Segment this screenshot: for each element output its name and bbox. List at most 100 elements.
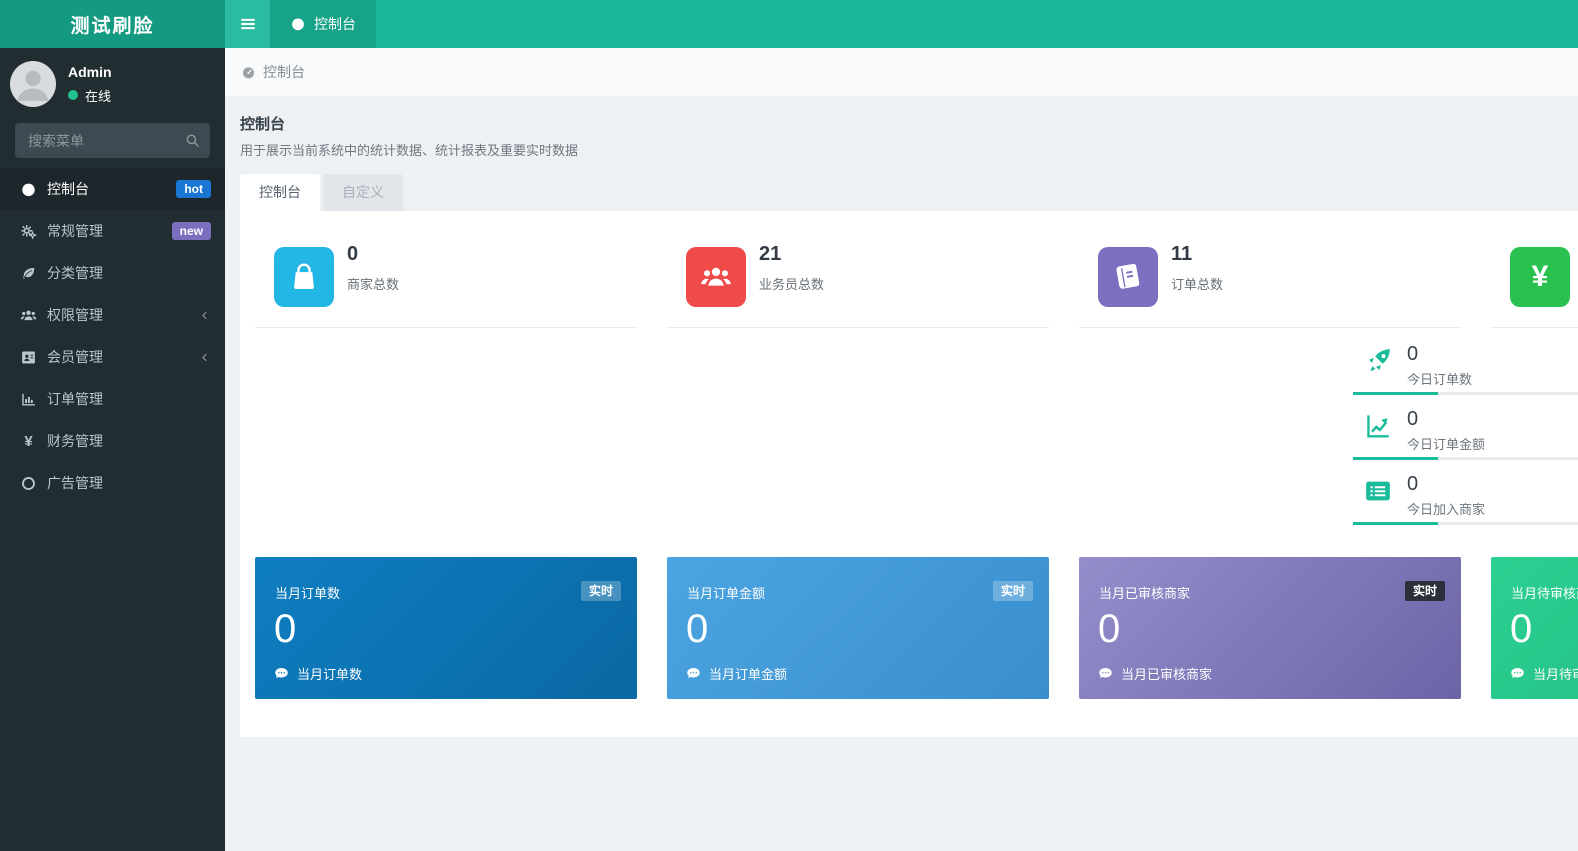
card-title: 当月待审核商家 bbox=[1511, 583, 1578, 602]
card-month-pending[interactable]: 当月待审核商家实时0当月待审核商家 bbox=[1491, 557, 1578, 699]
user-status-label: 在线 bbox=[85, 86, 111, 105]
app-window: 测试刷脸 控制台 Admin 在线 控制台 hot bbox=[0, 0, 1578, 851]
info-box-label: 订单总数 bbox=[1171, 274, 1223, 293]
sidebar-item-label: 订单管理 bbox=[47, 389, 103, 409]
sidebar-menu: 控制台 hot 常规管理new 分类管理权限管理会员管理订单管理 ¥ 财务管理广告管理 bbox=[0, 168, 225, 504]
stat-today-new-merchants: 0今日加入商家 bbox=[1353, 473, 1578, 525]
circle-icon bbox=[20, 475, 37, 492]
sidebar-search bbox=[15, 123, 210, 158]
today-stats: 0 今日订单数 0 今日订单金额 0今日加入商家 bbox=[1353, 343, 1578, 538]
page-header: 控制台 用于展示当前系统中的统计数据、统计报表及重要实时数据 bbox=[225, 96, 1578, 159]
comment-icon bbox=[1098, 666, 1113, 681]
card-footer-label: 当月待审核商家 bbox=[1533, 664, 1578, 683]
list-icon bbox=[1363, 476, 1393, 506]
info-box-orders: 11订单总数 bbox=[1079, 211, 1461, 328]
tab-custom[interactable]: 自定义 bbox=[323, 174, 403, 211]
sidebar-item-auth[interactable]: 权限管理 bbox=[0, 294, 225, 336]
sidebar-item-label: 会员管理 bbox=[47, 347, 103, 367]
dashboard-panel: 0商家总数21业务员总数11订单总数¥ 0今日订单数0今日订单金额0今日加入商家… bbox=[240, 211, 1578, 737]
sidebar: Admin 在线 控制台 hot 常规管理new 分类管理权限管理会员管理订单管理 ¥ 财… bbox=[0, 48, 225, 851]
realtime-badge: 实时 bbox=[993, 581, 1033, 601]
card-title: 当月订单金额 bbox=[687, 583, 765, 602]
sidebar-item-label: 权限管理 bbox=[47, 305, 103, 325]
card-value: 0 bbox=[1098, 609, 1120, 649]
card-value: 0 bbox=[1510, 609, 1532, 649]
stat-progress bbox=[1353, 392, 1578, 395]
sidebar-item-dashboard[interactable]: 控制台 hot bbox=[0, 168, 225, 210]
comment-icon bbox=[686, 666, 701, 681]
breadcrumb: 控制台 bbox=[225, 48, 1578, 96]
search-icon[interactable] bbox=[184, 132, 201, 149]
sidebar-item-label: 分类管理 bbox=[47, 263, 103, 283]
top-navbar: 控制台 bbox=[225, 0, 1578, 48]
realtime-badge: 实时 bbox=[581, 581, 621, 601]
stat-value: 0 bbox=[1407, 473, 1418, 496]
rocket-icon bbox=[1363, 346, 1393, 376]
card-footer: 当月订单金额 bbox=[686, 664, 787, 683]
stat-today-order-amount: 0 今日订单金额 bbox=[1353, 408, 1578, 460]
content-area: 控制台 控制台 用于展示当前系统中的统计数据、统计报表及重要实时数据 控制台自定… bbox=[225, 48, 1578, 851]
card-title: 当月订单数 bbox=[275, 583, 340, 602]
sidebar-item-category[interactable]: 分类管理 bbox=[0, 252, 225, 294]
stat-value: 0 bbox=[1407, 408, 1418, 431]
sidebar-item-member[interactable]: 会员管理 bbox=[0, 336, 225, 378]
card-value: 0 bbox=[686, 609, 708, 649]
shopping-bag-icon bbox=[274, 247, 334, 307]
sidebar-item-general[interactable]: 常规管理new bbox=[0, 210, 225, 252]
yen-icon: ¥ bbox=[20, 433, 37, 450]
gauge-icon bbox=[241, 65, 256, 80]
sidebar-item-label: 财务管理 bbox=[47, 431, 103, 451]
leaf-icon bbox=[20, 265, 37, 282]
sidebar-item-ad[interactable]: 广告管理 bbox=[0, 462, 225, 504]
info-box-revenue: ¥ bbox=[1491, 211, 1578, 328]
stat-today-orders: 0 今日订单数 bbox=[1353, 343, 1578, 395]
stat-label: 今日订单金额 bbox=[1407, 434, 1485, 453]
realtime-badge: 实时 bbox=[1405, 581, 1445, 601]
info-box-label: 业务员总数 bbox=[759, 274, 824, 293]
comment-icon bbox=[1510, 666, 1525, 681]
info-box-value: 21 bbox=[759, 243, 781, 266]
gears-icon bbox=[20, 223, 37, 240]
info-box-salesmen: 21 业务员总数 bbox=[667, 211, 1049, 328]
chart-up-icon bbox=[1363, 411, 1393, 441]
stat-value: 0 bbox=[1407, 343, 1418, 366]
team-icon bbox=[686, 247, 746, 307]
gauge-icon bbox=[290, 16, 306, 32]
chevron-left-icon bbox=[198, 351, 211, 364]
search-input[interactable] bbox=[15, 123, 210, 158]
sidebar-item-label: 控制台 bbox=[47, 179, 89, 199]
chevron-left-icon bbox=[198, 309, 211, 322]
breadcrumb-link[interactable]: 控制台 bbox=[263, 62, 305, 82]
content-tabs: 控制台自定义 bbox=[240, 174, 1578, 211]
stat-label: 今日订单数 bbox=[1407, 369, 1472, 388]
stat-progress bbox=[1353, 522, 1578, 525]
sidebar-item-finance[interactable]: ¥ 财务管理 bbox=[0, 420, 225, 462]
sidebar-toggle-button[interactable] bbox=[225, 0, 270, 48]
card-footer-label: 当月订单金额 bbox=[709, 664, 787, 683]
card-month-order-amount[interactable]: 当月订单金额实时0当月订单金额 bbox=[667, 557, 1049, 699]
tab-dashboard[interactable]: 控制台 bbox=[240, 174, 320, 211]
card-footer-label: 当月已审核商家 bbox=[1121, 664, 1212, 683]
id-card-icon bbox=[20, 349, 37, 366]
user-name: Admin bbox=[68, 64, 112, 80]
sidebar-item-order[interactable]: 订单管理 bbox=[0, 378, 225, 420]
gauge-icon bbox=[20, 181, 37, 198]
avatar bbox=[10, 61, 56, 107]
card-month-audited[interactable]: 当月已审核商家实时0当月已审核商家 bbox=[1079, 557, 1461, 699]
info-box-value: 0 bbox=[347, 243, 358, 266]
comment-icon bbox=[274, 666, 289, 681]
menu-badge: hot bbox=[176, 180, 211, 198]
sidebar-item-label: 常规管理 bbox=[47, 221, 103, 241]
stat-progress-fill bbox=[1353, 457, 1438, 460]
user-status: 在线 bbox=[68, 86, 112, 105]
navbar-tab-label: 控制台 bbox=[314, 14, 356, 34]
page-title: 控制台 bbox=[240, 113, 1563, 134]
app-logo[interactable]: 测试刷脸 bbox=[0, 0, 225, 48]
card-month-orders[interactable]: 当月订单数实时0当月订单数 bbox=[255, 557, 637, 699]
book-icon bbox=[1098, 247, 1158, 307]
sidebar-item-label: 广告管理 bbox=[47, 473, 103, 493]
stat-progress-fill bbox=[1353, 392, 1438, 395]
card-footer: 当月已审核商家 bbox=[1098, 664, 1212, 683]
navbar-tab-dashboard[interactable]: 控制台 bbox=[270, 0, 376, 48]
team-icon bbox=[20, 307, 37, 324]
